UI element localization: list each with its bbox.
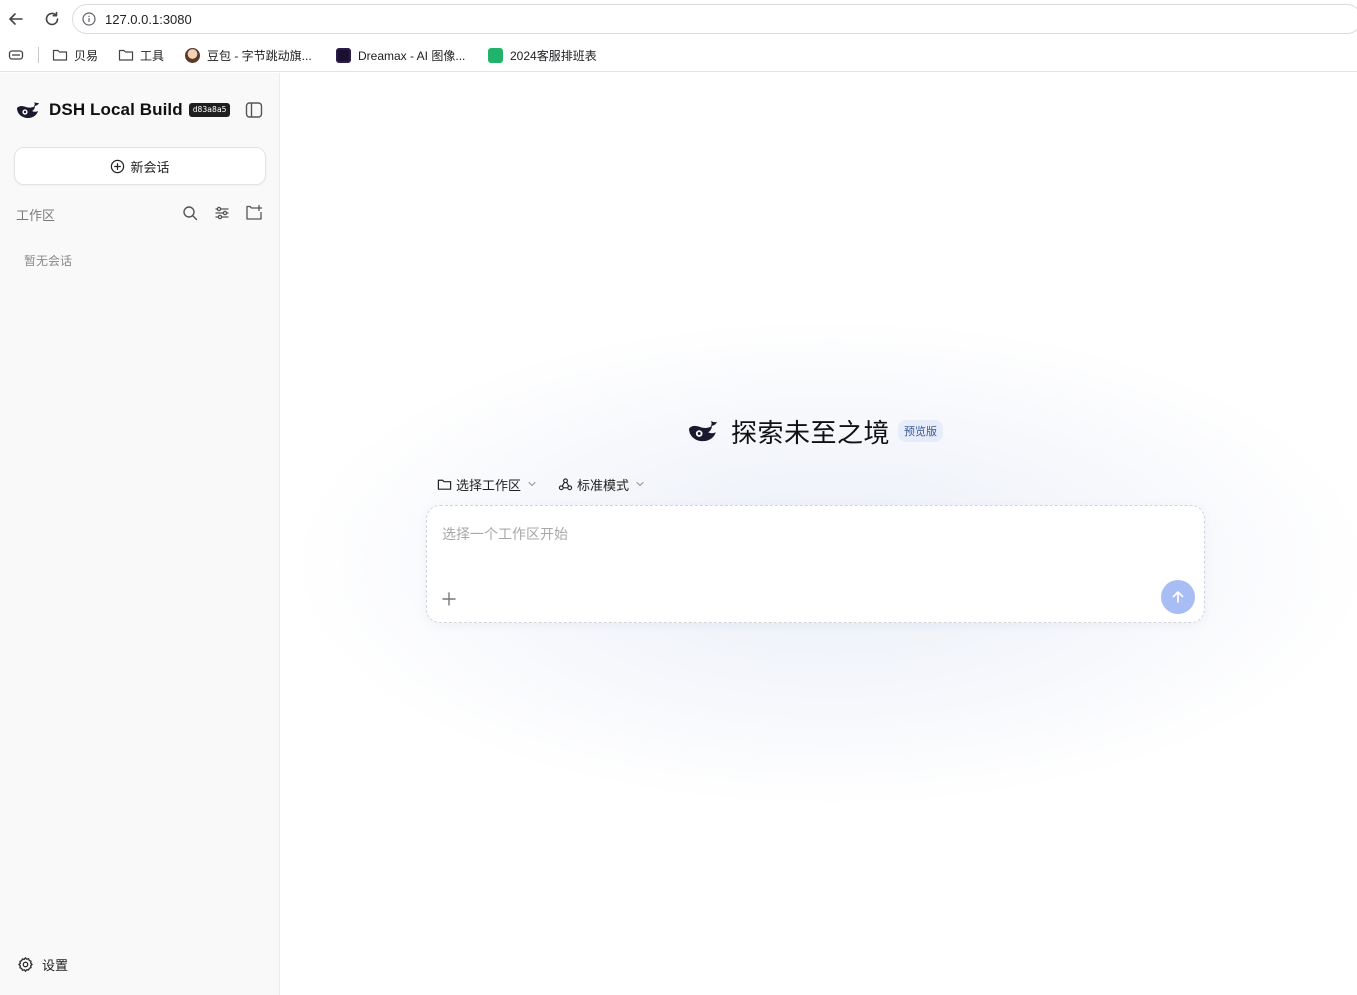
bookmark-label: Dreamax - AI 图像...: [358, 48, 466, 63]
bookmark-label: 贝易: [74, 48, 99, 63]
hero-title: 探索未至之境: [731, 417, 891, 448]
address-bar[interactable]: 127.0.0.1:3080: [72, 4, 1357, 34]
dreamax-favicon: [336, 47, 351, 63]
reload-button[interactable]: [41, 8, 63, 30]
workspace-select-label: 选择工作区: [456, 477, 522, 493]
folder-icon: [437, 479, 452, 490]
mode-select[interactable]: 标准模式: [558, 474, 645, 494]
url-text[interactable]: 127.0.0.1:3080: [105, 12, 192, 27]
gear-icon: [18, 957, 33, 972]
bookmark-label: 工具: [140, 48, 165, 63]
new-chat-label: 新会话: [130, 159, 170, 175]
bookmark-dreamax[interactable]: Dreamax - AI 图像...: [336, 46, 465, 64]
chevron-down-icon: [636, 481, 644, 487]
folder-icon: [118, 49, 134, 61]
workspace-label: 工作区: [16, 208, 56, 223]
plus-icon[interactable]: [440, 590, 458, 608]
settings-label: 设置: [42, 958, 69, 973]
new-folder-icon[interactable]: [245, 204, 263, 222]
sidebar: DSH Local Build d83a8a5 新会话 工作区 暂无会话 设置: [0, 73, 280, 995]
settings-button[interactable]: 设置: [17, 955, 68, 974]
arrow-left-icon: [9, 13, 23, 25]
empty-conversations-hint: 暂无会话: [24, 254, 73, 268]
bookmark-label: 2024客服排班表: [510, 48, 597, 63]
brand-name: DSH Local Build: [49, 100, 183, 119]
send-button[interactable]: [1161, 580, 1195, 614]
sidebar-toggle-icon[interactable]: [244, 100, 264, 120]
bookmark-doubao[interactable]: 豆包 - 字节跳动旗...: [185, 46, 312, 64]
arrow-up-icon: [1172, 591, 1184, 603]
mode-nodes-icon: [558, 477, 573, 490]
bookmark-label: 豆包 - 字节跳动旗...: [207, 48, 312, 63]
browser-toolbar: 127.0.0.1:3080: [0, 0, 1357, 38]
folder-icon: [52, 49, 68, 61]
mode-select-label: 标准模式: [577, 477, 630, 493]
bookmarks-separator: [38, 47, 39, 63]
brand: DSH Local Build d83a8a5: [15, 98, 231, 122]
composer-placeholder[interactable]: 选择一个工作区开始: [442, 524, 568, 544]
doubao-favicon: [185, 47, 200, 63]
bookmark-folder-2[interactable]: 工具: [118, 46, 164, 64]
main-panel: 探索未至之境 预览版 选择工作区 标准模式 选择一个工作区开始: [281, 73, 1357, 995]
bookmark-schedule[interactable]: 2024客服排班表: [488, 46, 597, 64]
hero-heading: 探索未至之境 预览版: [685, 413, 944, 449]
bookmark-folder-1[interactable]: 贝易: [52, 46, 98, 64]
tab-search-button[interactable]: [8, 46, 30, 64]
preview-badge: 预览版: [898, 420, 944, 442]
filter-settings-icon[interactable]: [213, 204, 231, 222]
new-chat-button[interactable]: 新会话: [14, 147, 266, 185]
whale-logo-icon: [17, 102, 39, 118]
reload-icon: [45, 11, 59, 26]
search-icon[interactable]: [181, 204, 199, 222]
sheet-favicon: [488, 47, 503, 63]
plus-circle-icon: [111, 159, 125, 173]
back-button[interactable]: [5, 8, 27, 30]
bookmarks-bar: 贝易 工具 豆包 - 字节跳动旗... Dreamax - AI 图像... 2…: [0, 38, 1357, 72]
chevron-down-icon: [528, 481, 536, 487]
whale-logo-icon: [689, 420, 717, 442]
message-composer[interactable]: 选择一个工作区开始: [426, 505, 1205, 623]
info-icon[interactable]: [82, 12, 96, 26]
workspace-select[interactable]: 选择工作区: [437, 474, 537, 494]
tab-search-icon: [8, 50, 24, 60]
build-badge: d83a8a5: [188, 103, 231, 117]
